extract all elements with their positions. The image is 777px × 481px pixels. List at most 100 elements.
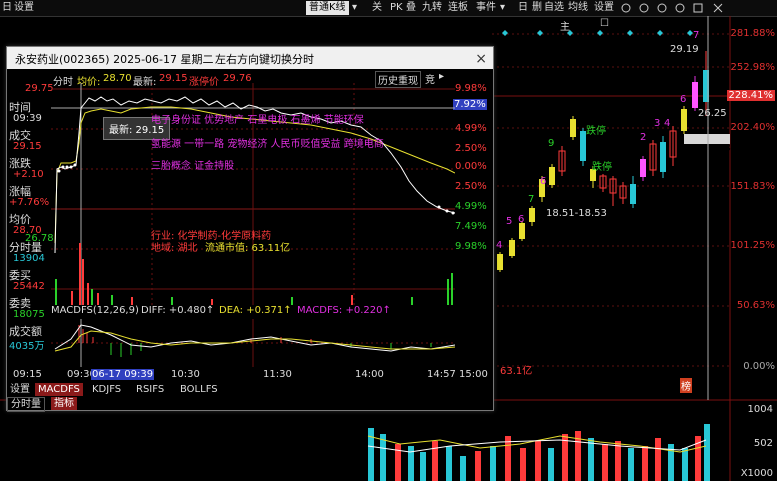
candle <box>660 142 666 172</box>
price-range-label: 22.95-23 <box>686 143 731 154</box>
volume-bars <box>368 424 710 481</box>
volume-axis-label: 502 <box>753 438 773 449</box>
pct-axis-label: 2.50% <box>455 143 487 154</box>
intraday-popup-window[interactable]: 永安药业(002365) 2025-06-17 星期二 左右方向键切换分时 × … <box>6 46 494 412</box>
zoom-in-icon <box>621 3 631 13</box>
refresh-icon <box>657 3 667 13</box>
toolbar-delete[interactable]: 删 <box>532 1 542 15</box>
kline-mode-select[interactable]: 普通K线 <box>306 1 349 15</box>
candle-number: 4 <box>664 118 671 129</box>
vol-value: 13904 <box>13 253 45 264</box>
axis-label: 50.63% <box>736 300 775 311</box>
window-title: 永安药业(002365) 2025-06-17 星期二 <box>15 53 214 66</box>
buy-value: 25442 <box>13 281 45 292</box>
tab-kdjfs[interactable]: KDJFS <box>89 383 124 396</box>
window-titlebar[interactable]: 永安药业(002365) 2025-06-17 星期二 左右方向键切换分时 × <box>7 47 493 69</box>
time-tick: 15:00 <box>459 369 488 380</box>
toolbar-watchlist[interactable]: 自选 <box>544 1 564 15</box>
axis-label: 0.00% <box>743 361 775 372</box>
pct-axis-label: 4.99% <box>455 123 487 134</box>
region-label: 地域: 湖北 <box>151 243 198 254</box>
axis-label-current: 228.41% <box>726 90 775 101</box>
pct-axis-label: 4.99% <box>455 201 487 212</box>
price-top: 29.75 <box>25 83 54 94</box>
time-value: 09:39 <box>13 113 42 124</box>
tab-settings[interactable]: 设置 <box>7 383 33 396</box>
concept-tags-line: 氢能源 一带一路 宠物经济 人民币贬值受益 跨境电商 <box>151 139 384 150</box>
macd-dea: DEA: +0.371↑ <box>219 305 292 316</box>
tab-bollfs[interactable]: BOLLFS <box>177 383 221 396</box>
float-label: 63.1亿 <box>500 366 533 377</box>
deal-value: 29.15 <box>13 141 42 152</box>
price-bottom: 26.78 <box>25 233 54 244</box>
candle-number: 3 <box>654 118 661 129</box>
tab-intraday-volume[interactable]: 分时量 <box>7 397 45 412</box>
macd-label: MACDFS(12,26,9) <box>51 305 139 316</box>
event-dropdown-icon[interactable]: ▾ <box>500 1 505 15</box>
candle-number: 6 <box>540 176 547 187</box>
toolbar-jiuzhuan[interactable]: 九转 <box>422 1 442 15</box>
time-tick: 14:57 <box>427 369 456 380</box>
concept-tags-line: 电子身份证 优势地产 石墨电极 石墨烯 节能环保 <box>151 115 364 126</box>
amount-value: 4035万 <box>9 341 45 352</box>
candle-number: 6 <box>680 94 687 105</box>
toolbar-day[interactable]: 日 <box>518 1 528 15</box>
close-icon[interactable]: × <box>475 51 487 67</box>
candle <box>497 254 503 270</box>
time-tick: 10:30 <box>171 369 200 380</box>
window-hint: 左右方向键切换分时 <box>215 53 314 66</box>
volume-axis-label: X1000 <box>740 468 773 479</box>
pct-axis-label: 0.00% <box>455 161 487 172</box>
candle <box>549 167 555 185</box>
gear-icon <box>675 3 685 13</box>
toolbar-ma[interactable]: 均线 <box>568 1 588 15</box>
toolbar-event[interactable]: 事件 <box>476 1 496 15</box>
price-label: 26.25 <box>698 108 727 119</box>
toolbar-icons[interactable] <box>620 2 770 14</box>
macd-dea-line <box>54 330 455 352</box>
axis-label: 101.25% <box>730 240 776 251</box>
axis-label: 252.98% <box>730 62 776 73</box>
axis-label: 151.83% <box>730 181 776 192</box>
candle-number: 2 <box>640 132 647 143</box>
price-dots <box>57 163 455 215</box>
layout-icon <box>693 3 703 13</box>
macd-value: MACDFS: +0.220↑ <box>297 305 391 316</box>
tab-rsifs[interactable]: RSIFS <box>133 383 167 396</box>
time-tick-current: 06-17 09:39 <box>91 369 155 380</box>
high-price-label: 29.19 <box>670 44 699 55</box>
candle-number: 7 <box>693 30 700 41</box>
kline-mode-dropdown-icon[interactable]: ▾ <box>352 1 357 15</box>
toolbar-close[interactable]: 关 <box>372 1 382 15</box>
candle-number: 4 <box>496 240 503 251</box>
pct-axis-label: 7.49% <box>455 221 487 232</box>
float-market-cap: 流通市值: 63.11亿 <box>205 243 291 254</box>
limit-tag: 跌停 <box>586 126 606 137</box>
tab-macdfs[interactable]: MACDFS <box>35 383 83 396</box>
candle <box>692 82 698 108</box>
period-day-button[interactable]: 日 <box>2 1 12 15</box>
time-tick: 11:30 <box>263 369 292 380</box>
toolbar-lianban[interactable]: 连板 <box>448 1 468 15</box>
change-value: +2.10 <box>13 169 44 180</box>
time-tick: 14:00 <box>355 369 384 380</box>
top-toolbar: 日 设置 普通K线 ▾ 关 PK 叠 九转 连板 事件 ▾ 日 删 自选 均线 … <box>0 0 777 17</box>
toolbar-pk[interactable]: PK <box>390 1 403 15</box>
scroll-right-icon[interactable]: ▸ <box>439 71 444 82</box>
tab-indicator[interactable]: 指标 <box>51 397 77 410</box>
limit-tag: 跌停 <box>592 162 612 173</box>
pct-axis-label: 9.98% <box>455 83 487 94</box>
zoom-out-icon <box>639 3 649 13</box>
settings-button[interactable]: 设置 <box>14 1 34 15</box>
concept-tags-line: 三胎概念 证金持股 <box>151 161 235 172</box>
axis-label: 281.88% <box>730 28 776 39</box>
sell-value: 18075 <box>13 309 45 320</box>
macd-diff: DIFF: +0.480↑ <box>141 305 215 316</box>
rank-tag[interactable]: 榜 <box>680 378 692 393</box>
candle <box>681 109 687 131</box>
macd-chart[interactable] <box>51 319 455 367</box>
candle <box>509 240 515 256</box>
toolbar-settings[interactable]: 设置 <box>594 1 614 15</box>
pct-axis-label-current: 7.92% <box>453 99 487 110</box>
toolbar-overlay[interactable]: 叠 <box>406 1 416 15</box>
